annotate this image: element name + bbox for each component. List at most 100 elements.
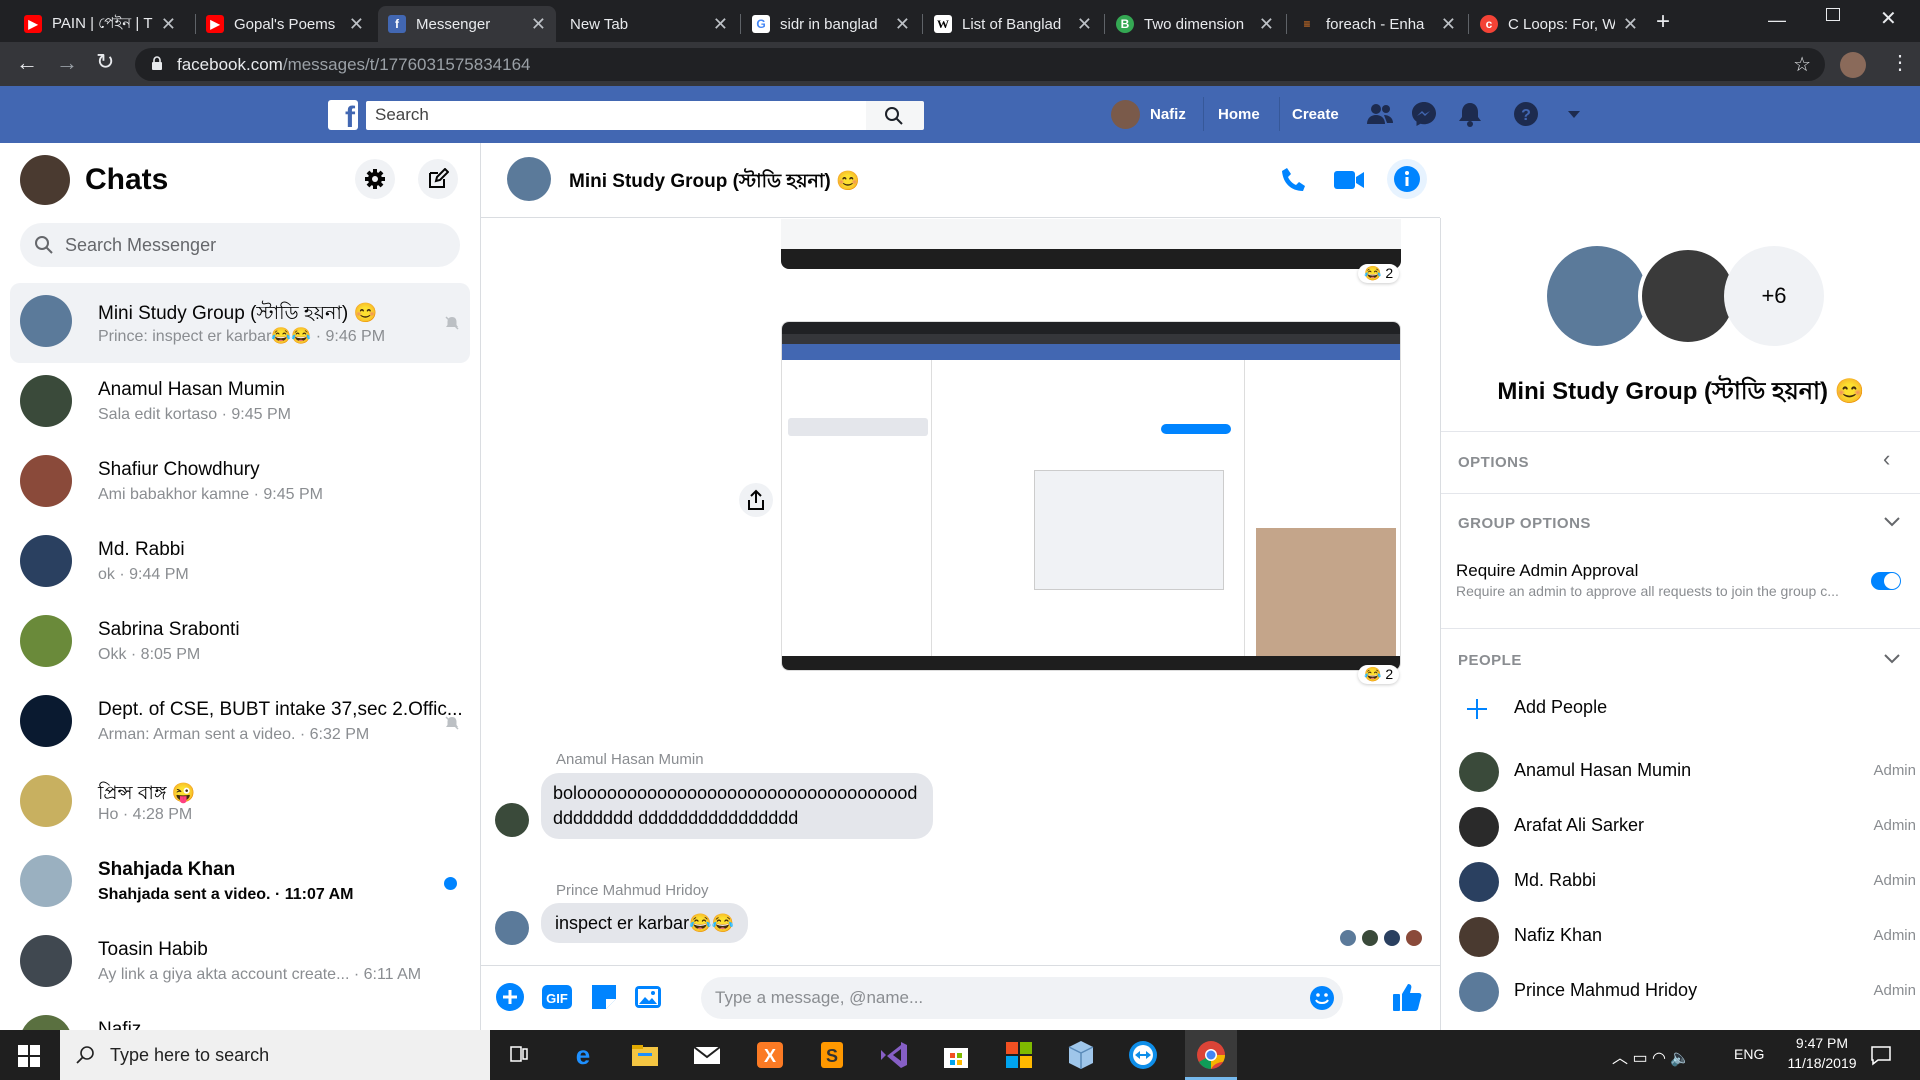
minimize-button[interactable]: — [1768,10,1786,31]
people-section[interactable]: PEOPLE [1458,652,1522,669]
facebook-search-button[interactable] [866,101,924,130]
message-input[interactable]: Type a message, @name... [701,977,1343,1019]
action-center-icon[interactable] [1870,1044,1892,1066]
member-row[interactable]: Md. Rabbi Admin [1459,858,1916,908]
member-row[interactable]: Anamul Hasan Mumin Admin [1459,748,1916,798]
notifications-bell-icon[interactable] [1456,100,1484,128]
member-row[interactable]: Nafiz Khan Admin [1459,913,1916,963]
video-call-icon[interactable] [1333,167,1365,193]
browser-tab[interactable]: W List of Banglad ✕ [924,6,1102,42]
emoji-icon[interactable] [1309,985,1335,1011]
user-avatar[interactable] [1111,100,1140,129]
browser-tab[interactable]: ▶ Gopal's Poems ✕ [196,6,374,42]
maximize-button[interactable] [1826,8,1840,21]
store-icon[interactable] [939,1038,973,1072]
browser-tab[interactable]: B Two dimension ✕ [1106,6,1284,42]
visual-studio-icon[interactable] [877,1038,911,1072]
settings-button[interactable] [355,159,395,199]
xampp-icon[interactable]: X [753,1038,787,1072]
close-icon[interactable]: ✕ [895,14,910,35]
reaction-badge[interactable]: 😂 2 [1358,665,1400,684]
sublime-text-icon[interactable]: S [815,1038,849,1072]
3d-box-icon[interactable] [1064,1038,1098,1072]
close-icon[interactable]: ✕ [1441,14,1456,35]
close-icon[interactable]: ✕ [1623,14,1638,35]
browser-tab-active[interactable]: f Messenger ✕ [378,6,556,42]
chat-item[interactable]: Md. Rabbi ok · 9:44 PM [10,523,470,603]
more-members-badge[interactable]: +6 [1724,246,1824,346]
info-button[interactable] [1387,159,1427,199]
close-icon[interactable]: ✕ [713,14,728,35]
share-button[interactable] [739,483,773,517]
chat-item[interactable]: প্রিন্স বাঙ্গ 😜 Ho · 4:28 PM [10,763,470,843]
forward-button[interactable]: → [56,50,78,76]
conversation-title[interactable]: Mini Study Group (স্টাডি হয়না) 😊 [569,167,860,199]
reload-button[interactable]: ↻ [96,49,114,75]
group-avatar[interactable] [1547,246,1647,346]
browser-tab[interactable]: G sidr in banglad ✕ [742,6,920,42]
my-avatar[interactable] [20,155,70,205]
file-explorer-icon[interactable] [628,1038,662,1072]
avatar[interactable] [495,911,529,945]
phone-icon[interactable] [1279,165,1309,195]
facebook-logo-icon[interactable]: f [328,100,358,130]
browser-tab[interactable]: ▶ PAIN | পেইন | T ✕ [14,6,186,42]
chat-item[interactable]: Dept. of CSE, BUBT intake 37,sec 2.Offic… [10,683,470,763]
help-icon[interactable]: ? [1512,100,1540,128]
close-icon[interactable]: ✕ [1259,14,1274,35]
close-icon[interactable]: ✕ [161,14,176,35]
close-icon[interactable]: ✕ [531,14,546,35]
windows-start-icon[interactable] [18,1045,40,1067]
new-tab-button[interactable]: + [1656,8,1670,36]
chevron-left-icon[interactable]: ‹ [1883,446,1890,472]
photo-icon[interactable] [633,982,663,1012]
browser-tab[interactable]: ≡ foreach - Enha ✕ [1288,6,1466,42]
plus-icon[interactable] [495,982,525,1012]
message-bubble[interactable]: inspect er karbar😂😂 [541,903,748,943]
bookmark-star-icon[interactable]: ☆ [1793,52,1811,77]
chat-item[interactable]: Shahjada Khan Shahjada sent a video. · 1… [10,843,470,923]
teamviewer-icon[interactable] [1126,1038,1160,1072]
shared-image[interactable] [781,219,1401,269]
chrome-icon[interactable] [1194,1038,1228,1072]
app-tiles-icon[interactable] [1002,1038,1036,1072]
member-row[interactable]: Prince Mahmud Hridoy Admin [1459,968,1916,1018]
chat-item[interactable]: Nafiz [10,1003,470,1030]
sticker-icon[interactable] [589,982,619,1012]
chat-item[interactable]: Mini Study Group (স্টাডি হয়না) 😊 Prince… [10,283,470,363]
profile-link[interactable]: Nafiz [1150,106,1186,123]
create-link[interactable]: Create [1292,106,1339,123]
profile-avatar[interactable] [1840,52,1866,78]
account-menu-caret-icon[interactable] [1560,100,1588,128]
chevron-down-icon[interactable] [1883,653,1901,665]
back-button[interactable]: ← [16,50,38,76]
require-admin-toggle[interactable] [1871,572,1901,590]
language-indicator[interactable]: ENG [1734,1046,1764,1062]
chat-item[interactable]: Anamul Hasan Mumin Sala edit kortaso · 9… [10,363,470,443]
new-message-button[interactable] [418,159,458,199]
gif-icon[interactable]: GIF [541,982,573,1012]
address-bar[interactable]: facebook.com/messages/t/1776031575834164… [135,48,1825,81]
chat-item[interactable]: Toasin Habib Ay link a giya akta account… [10,923,470,1003]
close-icon[interactable]: ✕ [1077,14,1092,35]
messenger-icon[interactable] [1410,100,1438,128]
chevron-down-icon[interactable] [1883,516,1901,528]
add-people-button[interactable]: Add People [1459,685,1909,735]
close-window-button[interactable]: ✕ [1880,6,1897,31]
group-avatar[interactable] [507,157,551,201]
chat-item[interactable]: Shafiur Chowdhury Ami babakhor kamne · 9… [10,443,470,523]
clock[interactable]: 9:47 PM 11/18/2019 [1780,1035,1864,1071]
taskbar-search-input[interactable]: Type here to search [60,1030,490,1080]
mail-icon[interactable] [690,1038,724,1072]
message-bubble[interactable]: bolooooooooooooooooooooooooooooooooodddd… [541,773,933,839]
task-view-icon[interactable] [503,1038,537,1072]
thumbs-up-icon[interactable] [1391,980,1425,1014]
chat-item[interactable]: Sabrina Srabonti Okk · 8:05 PM [10,603,470,683]
avatar[interactable] [495,803,529,837]
messenger-search-input[interactable]: Search Messenger [20,223,460,267]
friend-requests-icon[interactable] [1366,100,1394,128]
browser-tab[interactable]: c C Loops: For, W ✕ [1470,6,1648,42]
options-section[interactable]: OPTIONS [1458,454,1529,471]
member-row[interactable]: Arafat Ali Sarker Admin [1459,803,1916,853]
tray-icons[interactable]: ︿ ▭ ◠ 🔈 [1612,1044,1690,1068]
